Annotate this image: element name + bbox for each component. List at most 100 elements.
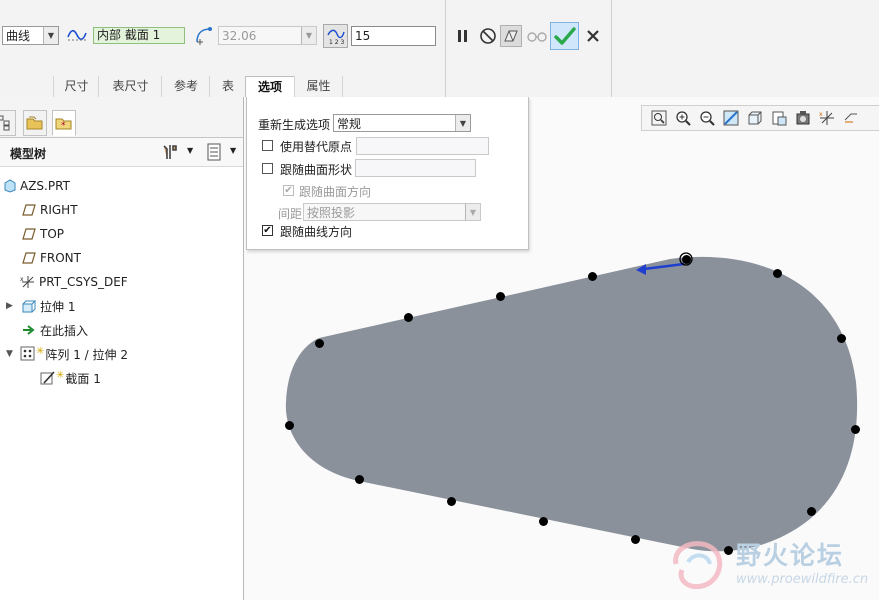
navigator-panel: * 模型树 ▼ ▼ AZS.PRT RIGHT TOP FRONT x PRT_… bbox=[0, 97, 244, 600]
tree-item-csys[interactable]: x PRT_CSYS_DEF bbox=[20, 271, 128, 293]
pattern-member-point[interactable] bbox=[314, 338, 324, 348]
csys-icon: x bbox=[20, 276, 34, 288]
cancel-button[interactable] bbox=[582, 25, 604, 47]
tree-item-label: FRONT bbox=[40, 251, 81, 265]
tree-item-part[interactable]: AZS.PRT bbox=[3, 175, 70, 197]
section-shape bbox=[285, 256, 858, 552]
chevron-down-icon: ▼ bbox=[455, 115, 470, 131]
regen-options-label: 重新生成选项 bbox=[258, 118, 331, 132]
follow-curve-dir-label: 跟随曲线方向 bbox=[280, 225, 353, 239]
toolbar-separator bbox=[611, 0, 612, 97]
svg-text:x: x bbox=[20, 276, 24, 283]
pattern-member-point[interactable] bbox=[836, 333, 846, 343]
pattern-icon bbox=[20, 346, 35, 361]
tab-table[interactable]: 表 bbox=[209, 76, 246, 97]
no-preview-icon[interactable] bbox=[477, 25, 499, 47]
tab-properties[interactable]: 属性 bbox=[294, 76, 343, 97]
datum-plane-icon bbox=[22, 228, 36, 240]
sketch-icon bbox=[40, 371, 55, 385]
options-panel: 重新生成选项 常规 ▼ 使用替代原点 跟随曲面形状 ✔ 跟随曲面方向 间距 按照… bbox=[246, 97, 529, 250]
watermark-logo bbox=[673, 541, 723, 590]
follow-surface-shape-checkbox[interactable] bbox=[262, 163, 273, 174]
pattern-member-point[interactable] bbox=[806, 506, 816, 516]
spacing-select-value: 按照投影 bbox=[307, 205, 356, 220]
tab-references[interactable]: 参考 bbox=[161, 76, 210, 97]
pattern-member-point[interactable] bbox=[772, 268, 782, 278]
folder-browser-tab-icon[interactable] bbox=[23, 110, 47, 136]
chevron-down-icon[interactable]: ▼ bbox=[230, 146, 236, 155]
pattern-member-point[interactable] bbox=[538, 516, 548, 526]
pattern-member-point[interactable] bbox=[446, 496, 456, 506]
part-icon bbox=[4, 179, 16, 193]
show-list-icon[interactable] bbox=[206, 143, 222, 164]
tree-item-pattern-1[interactable]: ▼ ✳ 阵列 1 / 拉伸 2 bbox=[6, 343, 128, 365]
curve-reference-icon bbox=[66, 24, 88, 46]
modified-star-icon: ✳ bbox=[56, 369, 65, 381]
tab-table-dimensions[interactable]: 表尺寸 bbox=[98, 76, 162, 97]
watermark-url: www.proewildfire.cn bbox=[736, 572, 869, 587]
tree-item-top[interactable]: TOP bbox=[22, 223, 64, 245]
svg-text:1 2 3: 1 2 3 bbox=[329, 39, 344, 45]
pattern-member-point[interactable] bbox=[587, 271, 597, 281]
pattern-member-point[interactable] bbox=[850, 424, 860, 434]
tree-item-label: 拉伸 1 bbox=[40, 299, 76, 314]
section-reference-collector[interactable]: 内部 截面 1 bbox=[93, 27, 185, 44]
tree-item-right[interactable]: RIGHT bbox=[22, 199, 78, 221]
pattern-member-point[interactable] bbox=[681, 254, 691, 264]
check-icon: ✔ bbox=[284, 184, 293, 196]
pattern-member-point[interactable] bbox=[495, 291, 505, 301]
chevron-down-icon: ▼ bbox=[465, 204, 480, 220]
pause-icon[interactable] bbox=[452, 25, 474, 47]
follow-surface-dir-checkbox[interactable]: ✔ bbox=[283, 185, 294, 196]
tab-dimensions[interactable]: 尺寸 bbox=[53, 76, 99, 97]
spacing-value-input[interactable]: 32.06 ▼ bbox=[218, 26, 317, 45]
tab-options[interactable]: 选项 bbox=[245, 76, 295, 98]
chevron-down-icon[interactable]: ▼ bbox=[187, 146, 193, 155]
tree-item-section-1[interactable]: ✳ 截面 1 bbox=[40, 367, 101, 389]
regen-options-value: 常规 bbox=[337, 116, 362, 131]
favorites-tab-icon[interactable]: * bbox=[52, 110, 76, 136]
tree-item-label: PRT_CSYS_DEF bbox=[39, 275, 128, 289]
tree-item-label: AZS.PRT bbox=[20, 179, 70, 193]
close-icon bbox=[587, 30, 599, 42]
regen-options-select[interactable]: 常规 ▼ bbox=[333, 114, 471, 132]
tree-item-label: 在此插入 bbox=[40, 323, 89, 338]
geometry-preview-icon[interactable] bbox=[500, 25, 522, 47]
tree-item-label: TOP bbox=[40, 227, 65, 241]
tree-item-label: 阵列 1 / 拉伸 2 bbox=[45, 347, 128, 362]
tree-item-insert-here[interactable]: 在此插入 bbox=[22, 319, 88, 341]
count-toggle-icon[interactable]: 1 2 3 bbox=[323, 24, 348, 48]
alt-origin-checkbox[interactable] bbox=[262, 140, 273, 151]
pattern-dashboard: 曲线 ▼ 内部 截面 1 32.06 ▼ 1 2 3 15 尺寸 表尺寸 参考 … bbox=[0, 0, 879, 98]
pattern-type-select[interactable]: 曲线 ▼ bbox=[2, 26, 59, 45]
settings-tools-icon[interactable] bbox=[161, 143, 179, 164]
spacing-value: 32.06 bbox=[222, 28, 257, 43]
check-icon bbox=[553, 27, 576, 45]
model-tree-header: 模型树 ▼ ▼ bbox=[0, 138, 243, 167]
datum-plane-icon bbox=[22, 204, 36, 216]
follow-curve-dir-checkbox[interactable]: ✔ bbox=[262, 225, 273, 236]
spacing-dimension-icon[interactable] bbox=[193, 24, 215, 46]
model-tree-tab-icon[interactable] bbox=[0, 110, 16, 136]
alt-origin-collector[interactable] bbox=[356, 137, 489, 155]
accept-button[interactable] bbox=[550, 22, 579, 50]
spacing-select[interactable]: 按照投影 ▼ bbox=[303, 203, 481, 221]
collapse-arrow-icon[interactable]: ▼ bbox=[6, 349, 20, 359]
member-count-input[interactable]: 15 bbox=[351, 26, 436, 46]
pattern-member-point[interactable] bbox=[284, 420, 294, 430]
pattern-member-point[interactable] bbox=[403, 312, 413, 322]
follow-surface-collector[interactable] bbox=[355, 159, 476, 177]
follow-surface-dir-label: 跟随曲面方向 bbox=[299, 185, 372, 199]
watermark: 野火论坛 www.proewildfire.cn bbox=[668, 532, 878, 600]
expand-arrow-icon[interactable]: ▶ bbox=[6, 301, 20, 311]
tree-item-extrude-1[interactable]: ▶ 拉伸 1 bbox=[6, 295, 75, 317]
pattern-member-point[interactable] bbox=[354, 474, 364, 484]
verify-glasses-icon[interactable] bbox=[526, 25, 548, 47]
insert-arrow-icon bbox=[23, 325, 35, 335]
tree-item-front[interactable]: FRONT bbox=[22, 247, 81, 269]
model-tree-title: 模型树 bbox=[10, 147, 47, 161]
check-icon: ✔ bbox=[263, 224, 272, 236]
pattern-member-point[interactable] bbox=[630, 534, 640, 544]
alt-origin-label: 使用替代原点 bbox=[280, 140, 353, 154]
datum-plane-icon bbox=[22, 252, 36, 264]
